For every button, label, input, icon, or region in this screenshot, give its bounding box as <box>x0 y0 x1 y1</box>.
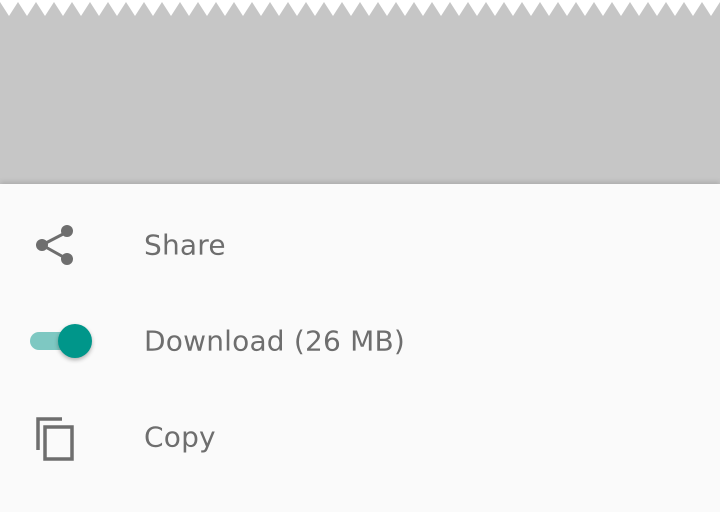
download-toggle[interactable] <box>30 323 92 359</box>
share-icon <box>28 217 88 273</box>
screen: Share Download (26 MB) Copy <box>0 0 720 512</box>
share-label: Share <box>144 228 226 262</box>
copy-item[interactable]: Copy <box>0 389 720 485</box>
download-label: Download (26 MB) <box>144 324 406 358</box>
copy-label: Copy <box>144 420 216 454</box>
torn-paper-edge <box>0 0 720 16</box>
download-item[interactable]: Download (26 MB) <box>0 293 720 389</box>
bottom-sheet: Share Download (26 MB) Copy <box>0 184 720 512</box>
background-scrim[interactable] <box>0 0 720 184</box>
share-item[interactable]: Share <box>0 197 720 293</box>
copy-icon <box>28 409 88 465</box>
toggle-thumb <box>58 324 92 358</box>
